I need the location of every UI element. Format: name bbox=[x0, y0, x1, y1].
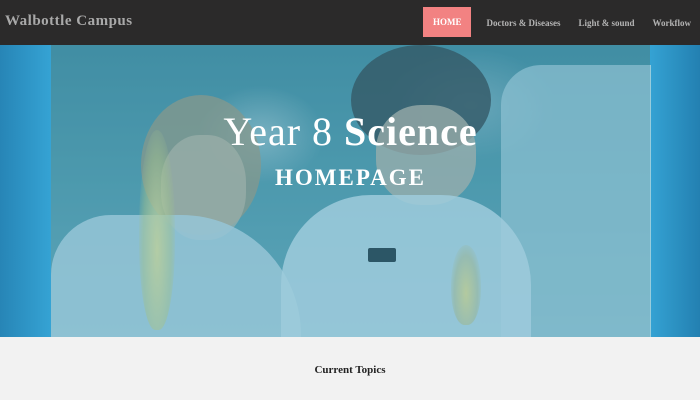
nav-link-home[interactable]: HOME bbox=[422, 7, 472, 37]
top-navbar: Walbottle Campus HOME Doctors & Diseases… bbox=[0, 0, 700, 45]
hero-title: Year 8 Science bbox=[51, 108, 650, 155]
current-topics-section: Current Topics bbox=[0, 337, 700, 400]
hero-title-science: Science bbox=[344, 109, 478, 154]
nav-links: HOME Doctors & Diseases Light & sound Wo… bbox=[422, 0, 700, 45]
current-topics-heading: Current Topics bbox=[314, 364, 386, 376]
nav-link-doctors-diseases[interactable]: Doctors & Diseases bbox=[477, 0, 569, 45]
hero-photo bbox=[51, 45, 651, 337]
nav-link-workflow[interactable]: Workflow bbox=[643, 0, 700, 45]
hero-subtitle: HOMEPAGE bbox=[274, 165, 426, 190]
hero-left-strip bbox=[0, 45, 51, 337]
hero-title-year: Year 8 bbox=[223, 109, 345, 154]
hero-blue-overlay bbox=[51, 45, 650, 337]
hero-banner: Year 8 Science HOMEPAGE bbox=[0, 45, 700, 337]
site-brand[interactable]: Walbottle Campus bbox=[5, 13, 133, 30]
hero-right-strip bbox=[649, 45, 700, 337]
nav-link-light-sound[interactable]: Light & sound bbox=[569, 0, 643, 45]
